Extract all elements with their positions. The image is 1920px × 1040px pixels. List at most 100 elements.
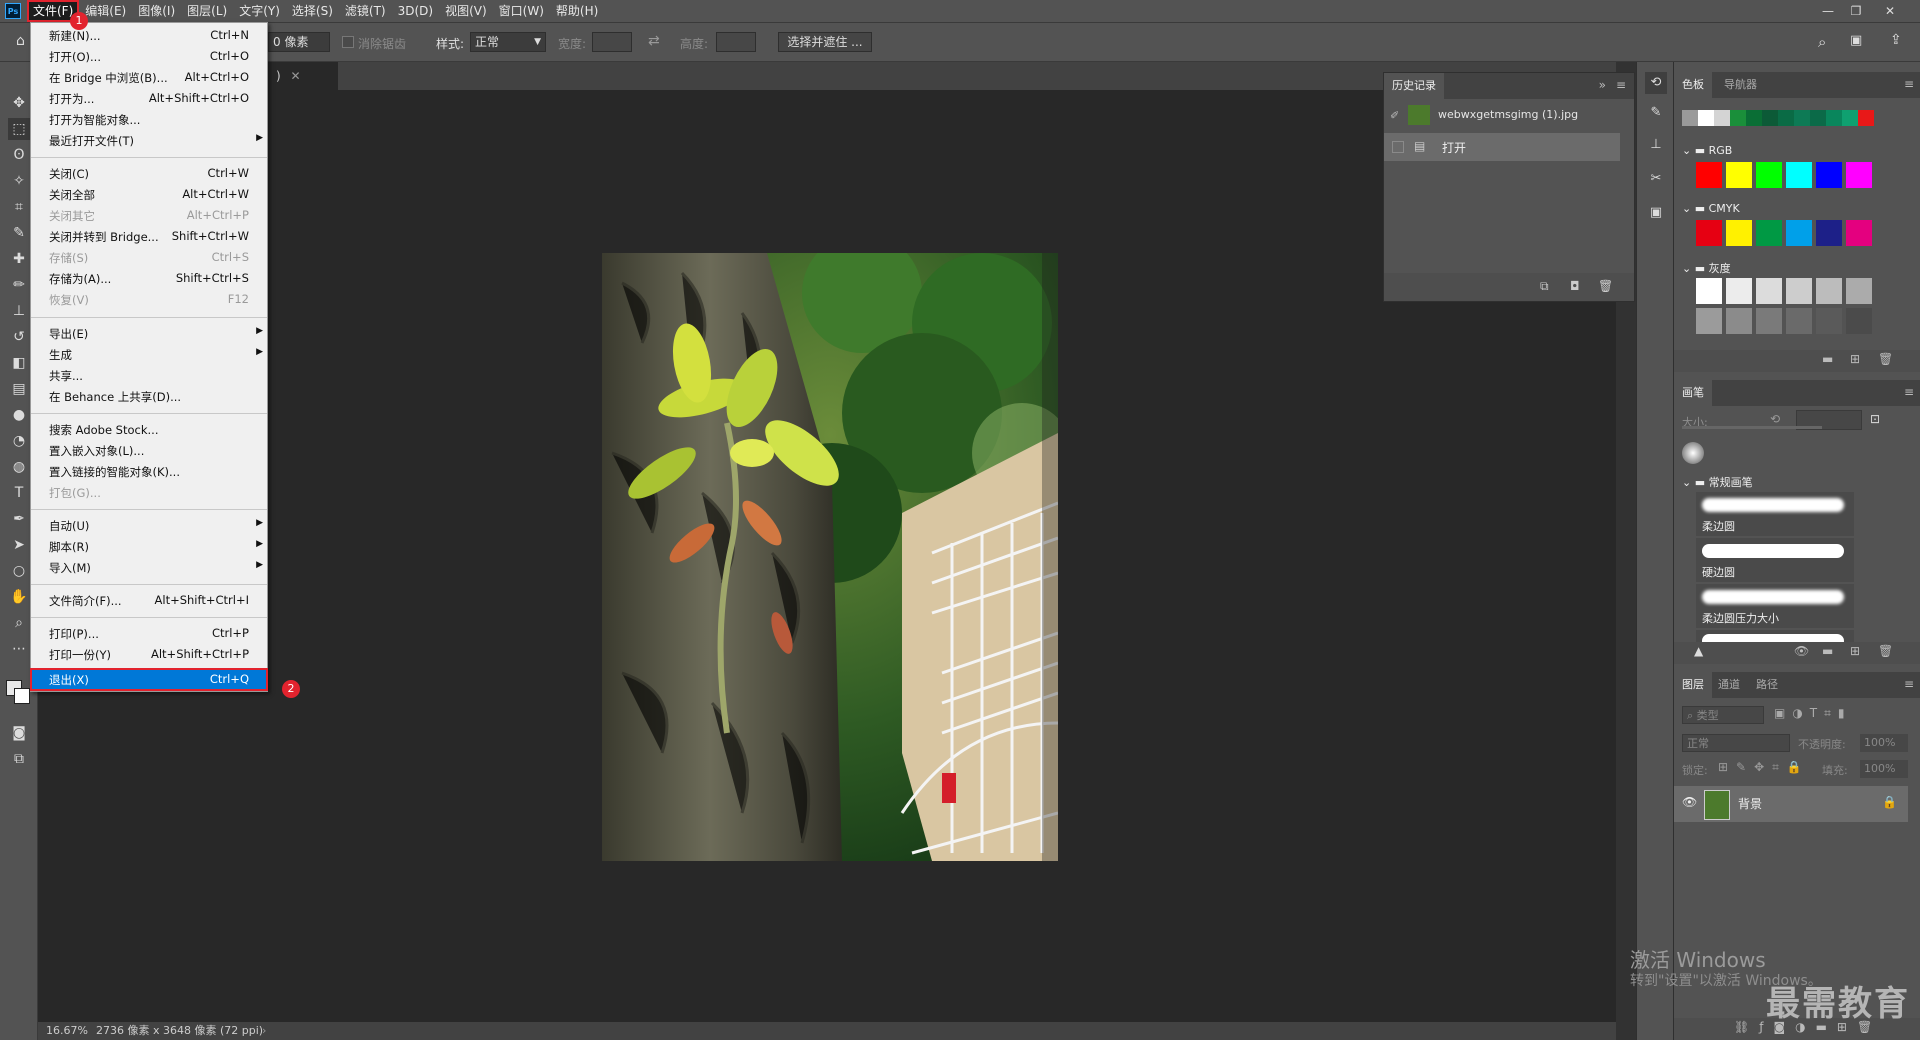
menu-item-search-adobe-stock[interactable]: 搜索 Adobe Stock... [31, 419, 267, 440]
menu-help[interactable]: 帮助(H) [550, 0, 604, 22]
menu-type[interactable]: 文字(Y) [233, 0, 286, 22]
color-swatch[interactable] [1816, 220, 1842, 246]
menu-item-print[interactable]: 打印(P)... Ctrl+P [31, 623, 267, 644]
brush-preview-icon[interactable] [1682, 442, 1704, 464]
color-swatch[interactable] [1714, 110, 1730, 126]
color-swatch[interactable] [1846, 278, 1872, 304]
layer-row-background[interactable]: 👁 背景 🔒 [1674, 786, 1908, 822]
ellipse-tool-icon[interactable]: ○ [8, 560, 30, 582]
color-swatch[interactable] [1698, 110, 1714, 126]
menu-item-new[interactable]: 新建(N)... Ctrl+N [31, 25, 267, 46]
minimize-icon[interactable]: — [1814, 0, 1842, 22]
menu-item-revert[interactable]: 恢复(V) F12 [31, 289, 267, 310]
color-swatch[interactable] [1726, 278, 1752, 304]
color-swatch[interactable] [1730, 110, 1746, 126]
history-step-checkbox[interactable] [1392, 141, 1404, 153]
menu-item-open-as[interactable]: 打开为... Alt+Shift+Ctrl+O [31, 88, 267, 109]
sponge-tool-icon[interactable]: ◍ [8, 456, 30, 478]
share-icon[interactable]: ⇪ [1890, 32, 1902, 48]
antialias-checkbox[interactable] [342, 36, 354, 48]
lasso-tool-icon[interactable]: ʘ [8, 144, 30, 166]
menu-item-open[interactable]: 打开(O)... Ctrl+O [31, 46, 267, 67]
color-swatch[interactable] [1816, 278, 1842, 304]
background-color-swatch[interactable] [14, 688, 30, 704]
brush-size-slider[interactable] [1682, 426, 1822, 429]
eye-icon[interactable]: 👁 [1682, 795, 1697, 809]
more-tools-icon[interactable]: ⋯ [8, 638, 30, 660]
visibility-toggle-icon[interactable]: 👁 [1794, 644, 1809, 658]
color-swatch[interactable] [1726, 308, 1752, 334]
dodge-tool-icon[interactable]: ◔ [8, 430, 30, 452]
color-swatch[interactable] [1696, 162, 1722, 188]
panel-menu-icon[interactable]: ≡ [1904, 77, 1914, 91]
menu-item-exit[interactable]: 退出(X) Ctrl+Q [30, 668, 268, 691]
color-swatch[interactable] [1816, 308, 1842, 334]
color-swatch[interactable] [1810, 110, 1826, 126]
color-swatch[interactable] [1778, 110, 1794, 126]
color-swatch[interactable] [1696, 220, 1722, 246]
brush-settings-icon[interactable]: ✎ [1645, 102, 1667, 124]
clone-stamp-tool-icon[interactable]: ⊥ [8, 300, 30, 322]
select-and-mask-button[interactable]: 选择并遮住 ... [778, 32, 872, 52]
menu-item-share[interactable]: 共享... [31, 365, 267, 386]
tab-history[interactable]: 历史记录 [1384, 73, 1444, 99]
history-snapshot[interactable]: ✐ webwxgetmsgimg (1).jpg [1384, 101, 1620, 129]
menu-image[interactable]: 图像(I) [132, 0, 181, 22]
swatch-group-gray[interactable]: ⌄ ▬ 灰度 [1682, 260, 1731, 276]
color-swatch[interactable] [1786, 162, 1812, 188]
opacity-input[interactable]: 100% [1860, 734, 1908, 752]
menu-item-open-recent[interactable]: 最近打开文件(T) ▶ [31, 130, 267, 151]
zoom-level[interactable]: 16.67% [46, 1022, 88, 1040]
layer-filter-icons[interactable]: ▣◑T⌗▮ [1774, 706, 1852, 721]
menu-item-file-info[interactable]: 文件简介(F)... Alt+Shift+Ctrl+I [31, 590, 267, 611]
marquee-tool-icon[interactable]: ⬚ [8, 118, 30, 140]
color-swatch[interactable] [1846, 220, 1872, 246]
trash-icon[interactable]: 🗑 [1598, 279, 1613, 293]
collapse-icon[interactable]: » [1599, 78, 1606, 92]
search-icon[interactable]: ⌕ [1818, 33, 1826, 51]
tab-channels[interactable]: 通道 [1710, 672, 1748, 698]
close-tab-icon[interactable]: ✕ [291, 69, 301, 83]
swatch-group-cmyk[interactable]: ⌄ ▬ CMYK [1682, 202, 1740, 215]
menu-item-scripts[interactable]: 脚本(R) ▶ [31, 536, 267, 557]
trash-icon[interactable]: 🗑 [1878, 352, 1893, 366]
tab-brushes[interactable]: 画笔 [1674, 380, 1712, 406]
menu-3d[interactable]: 3D(D) [392, 0, 439, 22]
gradient-tool-icon[interactable]: ▤ [8, 378, 30, 400]
folder-icon[interactable]: ▬ [1822, 352, 1833, 366]
camera-icon[interactable]: ◘ [1570, 279, 1580, 293]
brush-hard-round[interactable]: 硬边圆 [1696, 538, 1854, 582]
layer-filter-select[interactable]: ⌕ 类型 [1682, 706, 1764, 724]
blur-tool-icon[interactable]: ● [8, 404, 30, 426]
menu-item-open-as-smart-object[interactable]: 打开为智能对象... [31, 109, 267, 130]
zoom-tool-icon[interactable]: ⌕ [8, 612, 30, 634]
color-swatch[interactable] [1756, 162, 1782, 188]
hand-tool-icon[interactable]: ✋ [8, 586, 30, 608]
menu-item-automate[interactable]: 自动(U) ▶ [31, 515, 267, 536]
magic-wand-tool-icon[interactable]: ✧ [8, 170, 30, 192]
color-swatch[interactable] [1846, 162, 1872, 188]
color-swatch[interactable] [1696, 308, 1722, 334]
history-panel-icon[interactable]: ⟲ [1645, 72, 1667, 94]
menu-item-close-and-go-to-bridge[interactable]: 关闭并转到 Bridge... Shift+Ctrl+W [31, 226, 267, 247]
panel-menu-icon[interactable]: ≡ [1904, 677, 1914, 691]
color-swatch[interactable] [1826, 110, 1842, 126]
menu-item-browse-in-bridge[interactable]: 在 Bridge 中浏览(B)... Alt+Ctrl+O [31, 67, 267, 88]
brush-soft-round[interactable]: 柔边圆 [1696, 492, 1854, 536]
color-swatch[interactable] [1786, 220, 1812, 246]
blend-mode-select[interactable]: 正常 [1682, 734, 1790, 752]
history-brush-source-icon[interactable]: ✐ [1390, 109, 1399, 122]
menu-item-print-one-copy[interactable]: 打印一份(Y) Alt+Shift+Ctrl+P [31, 644, 267, 665]
color-swatch[interactable] [1794, 110, 1810, 126]
new-brush-preset-icon[interactable]: ⊞ [1850, 644, 1860, 658]
menu-item-close[interactable]: 关闭(C) Ctrl+W [31, 163, 267, 184]
tab-swatches[interactable]: 色板 [1674, 72, 1712, 98]
menu-item-package[interactable]: 打包(G)... [31, 482, 267, 503]
restore-icon[interactable]: ❐ [1842, 0, 1870, 22]
menu-item-close-others[interactable]: 关闭其它 Alt+Ctrl+P [31, 205, 267, 226]
panel-menu-icon[interactable]: ≡ [1904, 385, 1914, 399]
screen-mode-icon[interactable]: ⧉ [8, 748, 30, 770]
menu-view[interactable]: 视图(V) [439, 0, 493, 22]
tab-paths[interactable]: 路径 [1748, 672, 1786, 698]
color-swatch[interactable] [1816, 162, 1842, 188]
